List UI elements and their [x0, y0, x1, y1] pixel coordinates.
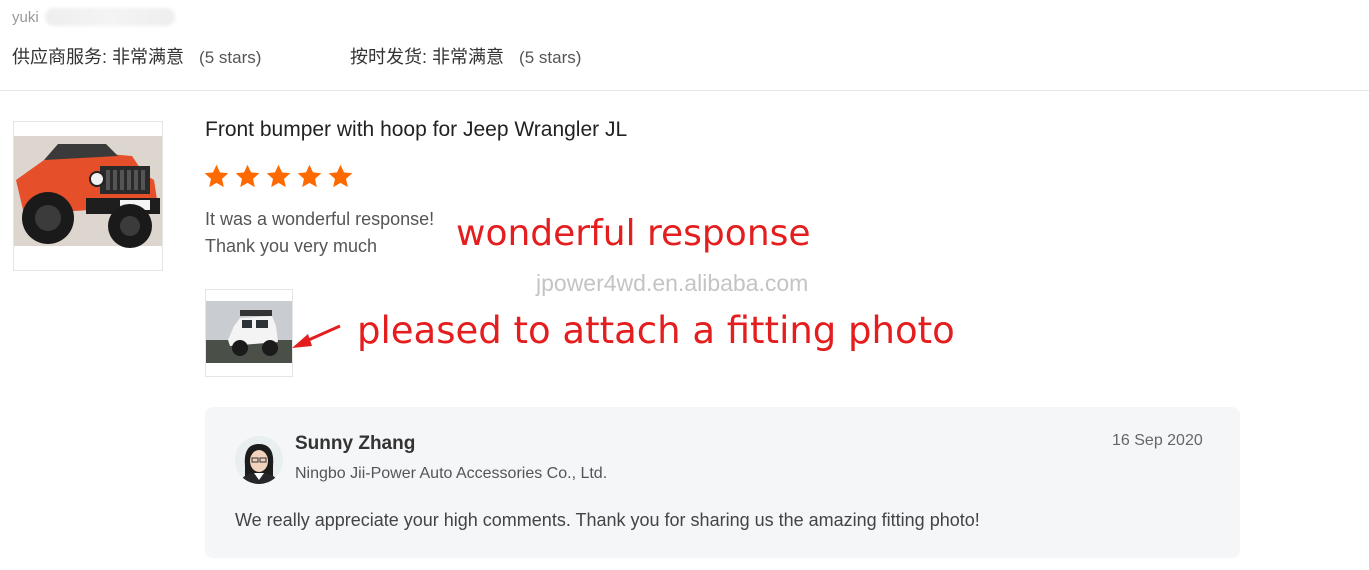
review-text-line: It was a wonderful response!	[205, 209, 435, 229]
avatar-portrait	[235, 436, 283, 484]
rating-on-time-delivery: 按时发货: 非常满意 (5 stars)	[350, 43, 581, 69]
rating-value: 非常满意	[432, 47, 505, 67]
rating-stars-note: (5 stars)	[199, 48, 262, 67]
product-title[interactable]: Front bumper with hoop for Jeep Wrangler…	[205, 118, 627, 142]
watermark: jpower4wd.en.alibaba.com	[536, 270, 809, 296]
avatar	[235, 436, 283, 484]
rating-value: 非常满意	[112, 47, 185, 67]
arrow-icon	[292, 324, 341, 348]
product-thumbnail[interactable]	[13, 121, 163, 271]
reply-date: 16 Sep 2020	[1112, 432, 1203, 449]
star-icon	[204, 164, 229, 188]
star-icon	[297, 164, 322, 188]
star-icon	[235, 164, 260, 188]
attached-jeep-photo	[206, 290, 292, 376]
reviewer-name-redacted	[44, 8, 175, 26]
reviewer-name: yuki	[12, 8, 39, 26]
attached-photo-thumbnail[interactable]	[205, 289, 293, 377]
star-icon	[328, 164, 353, 188]
rating-stars-note: (5 stars)	[519, 48, 582, 67]
product-jeep-image	[14, 122, 162, 270]
review-stars	[203, 163, 354, 190]
reply-text: We really appreciate your high comments.…	[235, 510, 980, 530]
rating-label: 供应商服务:	[12, 47, 108, 67]
annotation-wonderful-response: wonderful response	[456, 213, 811, 254]
rating-label: 按时发货:	[350, 47, 428, 67]
star-icon	[266, 164, 291, 188]
annotation-fitting-photo: pleased to attach a fitting photo	[357, 309, 955, 352]
rating-supplier-service: 供应商服务: 非常满意 (5 stars)	[12, 43, 261, 69]
review-text-line: Thank you very much	[205, 236, 378, 256]
replier-company[interactable]: Ningbo Jii-Power Auto Accessories Co., L…	[295, 465, 607, 483]
replier-name: Sunny Zhang	[295, 433, 416, 454]
review-text: It was a wonderful response! Thank you v…	[205, 206, 434, 260]
section-divider	[0, 90, 1369, 91]
reviewer-row: yuki	[12, 8, 175, 26]
